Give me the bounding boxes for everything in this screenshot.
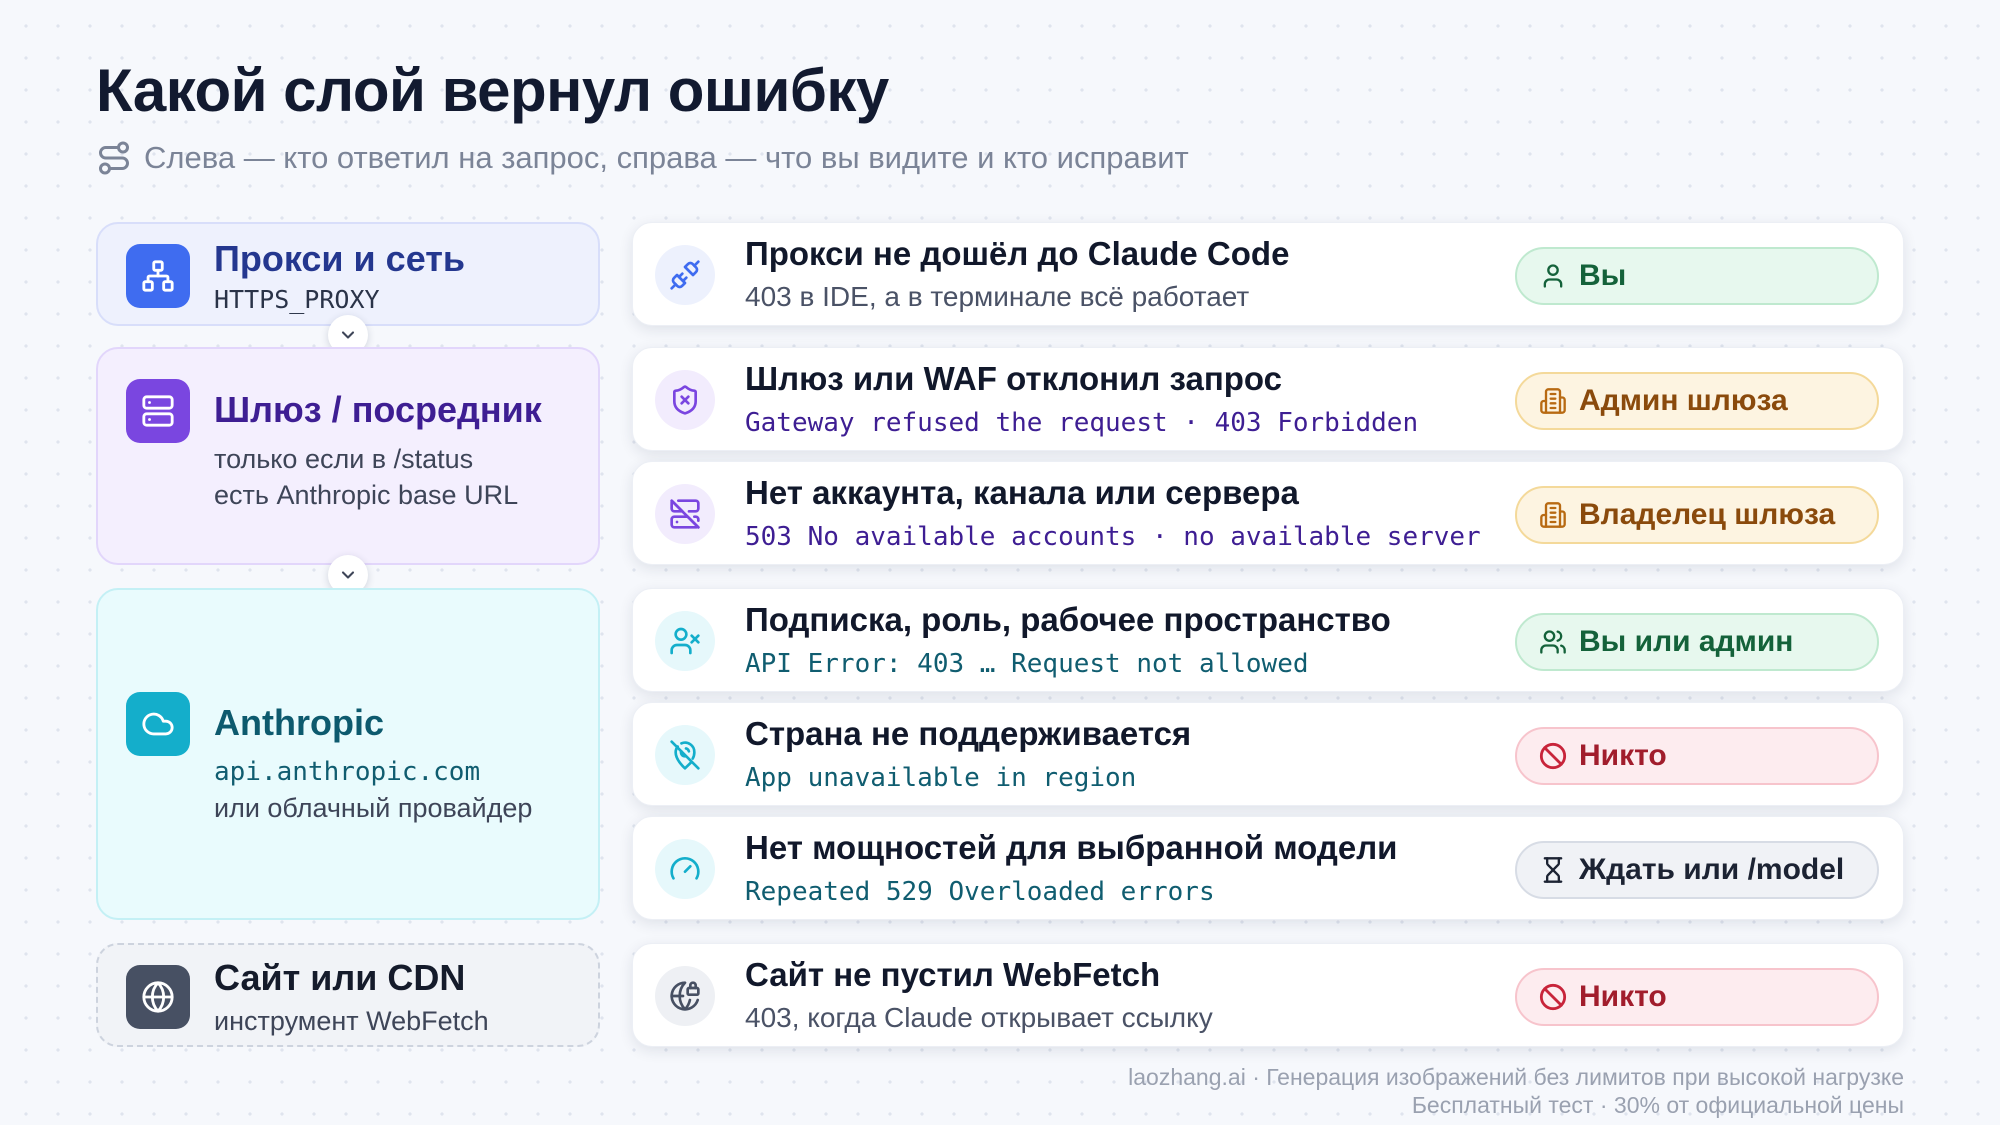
error-card-no-accounts: Нет аккаунта, канала или сервера 503 No …: [632, 461, 1904, 565]
owner-label: Владелец шлюза: [1579, 498, 1836, 531]
layer-cdn-title: Сайт или CDN: [214, 957, 466, 998]
owner-badge: Ждать или /model: [1515, 841, 1879, 899]
owner-badge: Никто: [1515, 968, 1879, 1026]
layer-cdn: Сайт или CDN инструмент WebFetch: [96, 943, 600, 1047]
layer-proxy-detail: HTTPS_PROXY: [214, 285, 380, 314]
footer-promo: laozhang.ai · Генерация изображений без …: [1128, 1063, 1904, 1119]
route-icon: [99, 141, 129, 175]
user-x-icon: [655, 611, 715, 671]
owner-badge: Админ шлюза: [1515, 372, 1879, 430]
owner-label: Никто: [1579, 739, 1667, 772]
layer-gateway: Шлюз / посредник только если в /status е…: [96, 347, 600, 565]
server-off-icon: [655, 484, 715, 544]
error-card-subscription: Подписка, роль, рабочее пространство API…: [632, 588, 1904, 692]
page-subtitle: Слева — кто ответил на запрос, справа — …: [96, 140, 1189, 176]
shield-x-icon: [655, 370, 715, 430]
network-icon: [126, 244, 190, 308]
unplug-icon: [655, 245, 715, 305]
layer-gateway-title: Шлюз / посредник: [214, 389, 542, 430]
error-detail: App unavailable in region: [745, 763, 1137, 793]
building-icon: [1540, 388, 1566, 414]
cloud-icon: [126, 692, 190, 756]
owner-badge: Никто: [1515, 727, 1879, 785]
layer-anthropic: Anthropic api.anthropic.com или облачный…: [96, 588, 600, 920]
user-icon: [1543, 264, 1563, 288]
layer-anthropic-domain: api.anthropic.com: [214, 757, 481, 787]
owner-badge: Владелец шлюза: [1515, 486, 1879, 544]
layer-proxy: Прокси и сеть HTTPS_PROXY: [96, 222, 600, 326]
hourglass-icon: [1543, 857, 1563, 883]
layer-anthropic-detail: api.anthropic.com или облачный провайдер: [214, 754, 532, 826]
owner-badge: Вы или админ: [1515, 613, 1879, 671]
error-title: Шлюз или WAF отклонил запрос: [745, 360, 1283, 397]
map-pin-off-icon: [655, 725, 715, 785]
error-card-gateway: Шлюз или WAF отклонил запрос Gateway ref…: [632, 347, 1904, 451]
owner-label: Ждать или /model: [1579, 853, 1845, 886]
gauge-icon: [655, 839, 715, 899]
footer-line1: laozhang.ai · Генерация изображений без …: [1128, 1064, 1904, 1090]
error-title: Прокси не дошёл до Claude Code: [745, 235, 1290, 272]
owner-badge: Вы: [1515, 247, 1879, 305]
ban-icon: [1539, 742, 1567, 770]
owner-label: Никто: [1579, 980, 1667, 1013]
error-detail: 503 No available accounts · no available…: [745, 522, 1481, 552]
error-title: Нет аккаунта, канала или сервера: [745, 474, 1299, 511]
ban-icon: [1539, 983, 1567, 1011]
layer-gateway-detail: только если в /status есть Anthropic bas…: [214, 441, 518, 513]
subtitle-text: Слева — кто ответил на запрос, справа — …: [144, 140, 1189, 175]
error-detail: 403 в IDE, а в терминале всё работает: [745, 281, 1250, 312]
error-title: Подписка, роль, рабочее пространство: [745, 601, 1391, 638]
layer-cdn-detail: инструмент WebFetch: [214, 1006, 489, 1036]
owner-label: Вы или админ: [1579, 625, 1794, 658]
error-card-overloaded: Нет мощностей для выбранной модели Repea…: [632, 816, 1904, 920]
building-icon: [1540, 502, 1566, 528]
page-title: Какой слой вернул ошибку: [96, 57, 889, 124]
error-card-proxy: Прокси не дошёл до Claude Code 403 в IDE…: [632, 222, 1904, 326]
error-card-webfetch: Сайт не пустил WebFetch 403, когда Claud…: [632, 943, 1904, 1047]
owner-label: Вы: [1579, 259, 1627, 292]
error-detail: API Error: 403 … Request not allowed: [745, 649, 1309, 679]
error-detail: Gateway refused the request · 403 Forbid…: [745, 408, 1419, 438]
layer-anthropic-title: Anthropic: [214, 702, 384, 743]
layer-proxy-title: Прокси и сеть: [214, 238, 466, 279]
error-card-region: Страна не поддерживается App unavailable…: [632, 702, 1904, 806]
layer-anthropic-detail-line2: или облачный провайдер: [214, 793, 533, 823]
error-title: Нет мощностей для выбранной модели: [745, 829, 1398, 866]
layer-gateway-detail-line1: только если в /status: [214, 444, 474, 474]
layer-gateway-detail-line2: есть Anthropic base URL: [214, 480, 519, 510]
server-icon: [126, 379, 190, 443]
globe-lock-icon: [655, 966, 715, 1026]
users-icon: [1540, 630, 1566, 654]
owner-label: Админ шлюза: [1579, 384, 1788, 417]
footer-line2: Бесплатный тест · 30% от официальной цен…: [1411, 1092, 1904, 1118]
error-title: Сайт не пустил WebFetch: [745, 956, 1161, 993]
error-detail: 403, когда Claude открывает ссылку: [745, 1002, 1213, 1033]
globe-icon: [126, 965, 190, 1029]
error-detail: Repeated 529 Overloaded errors: [745, 877, 1215, 907]
error-title: Страна не поддерживается: [745, 715, 1192, 752]
